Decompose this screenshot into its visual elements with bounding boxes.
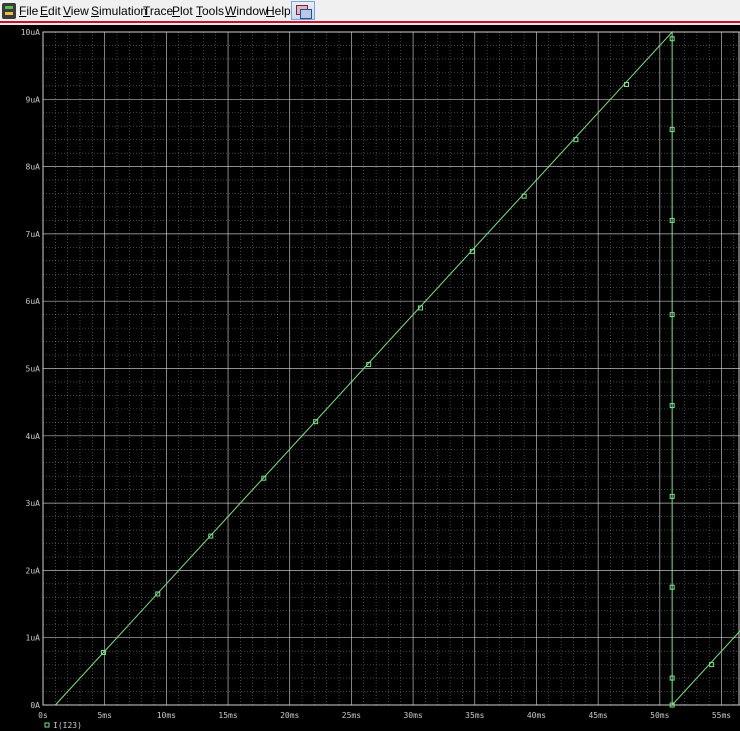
y-tick-label: 2uA xyxy=(26,566,41,575)
menu-item-accelerator: E xyxy=(40,4,49,18)
x-tick-label: 40ms xyxy=(527,711,546,720)
menu-bar: File Edit View Simulation Trace Plot Tools Wind… xyxy=(0,0,740,23)
y-tick-label: 4uA xyxy=(26,432,41,441)
menu-item-accelerator: H xyxy=(266,4,275,18)
x-tick-label: 15ms xyxy=(218,711,237,720)
plot-background xyxy=(0,25,740,731)
y-tick-label: 1uA xyxy=(26,634,41,643)
y-tick-label: 0A xyxy=(30,701,40,710)
menu-item-accelerator: W xyxy=(225,4,237,18)
x-tick-label: 10ms xyxy=(157,711,176,720)
menu-item-window[interactable]: Window xyxy=(225,3,268,19)
menu-item-label: indow xyxy=(236,4,268,18)
y-tick-label: 5uA xyxy=(26,365,41,374)
y-tick-label: 9uA xyxy=(26,95,41,104)
y-tick-label: 8uA xyxy=(26,163,41,172)
menu-item-view[interactable]: View xyxy=(63,3,89,19)
x-tick-label: 30ms xyxy=(403,711,422,720)
menu-item-label: race xyxy=(149,4,174,18)
menu-item-label: elp xyxy=(274,4,291,18)
x-tick-label: 45ms xyxy=(588,711,607,720)
menu-item-label: ile xyxy=(26,4,39,18)
menu-item-label: iew xyxy=(70,4,89,18)
menu-item-help[interactable]: Help xyxy=(266,3,291,19)
y-tick-label: 6uA xyxy=(26,297,41,306)
menu-item-accelerator: P xyxy=(172,4,181,18)
y-tick-label: 3uA xyxy=(26,499,41,508)
menu-item-accelerator: S xyxy=(91,4,100,18)
x-tick-label: 0s xyxy=(38,711,48,720)
x-tick-label: 50ms xyxy=(650,711,669,720)
x-tick-label: 5ms xyxy=(97,711,112,720)
menu-item-label: lot xyxy=(180,4,193,18)
menu-item-label: imulation xyxy=(99,4,148,18)
menu-item-file[interactable]: File xyxy=(19,3,38,19)
x-tick-label: 20ms xyxy=(280,711,299,720)
y-tick-label: 10uA xyxy=(21,28,40,37)
menu-item-label: dit xyxy=(48,4,61,18)
x-tick-label: 25ms xyxy=(342,711,361,720)
menu-item-accelerator: T xyxy=(143,4,150,18)
menu-item-label: ools xyxy=(202,4,225,18)
menu-item-tools[interactable]: Tools xyxy=(196,3,224,19)
menu-item-trace[interactable]: Trace xyxy=(143,3,173,19)
legend-label[interactable]: I(I23) xyxy=(53,721,82,730)
plot-area[interactable]: 0A 1uA 2uA 3uA 4uA 5uA 6uA 7uA 8uA 9uA 10uA 0s 5ms 1… xyxy=(0,25,740,731)
menu-item-plot[interactable]: Plot xyxy=(172,3,193,19)
y-tick-label: 7uA xyxy=(26,230,41,239)
cascade-windows-icon[interactable] xyxy=(291,1,315,20)
menu-item-simulation[interactable]: Simulation xyxy=(91,3,147,19)
menu-item-edit[interactable]: Edit xyxy=(40,3,61,19)
x-tick-label: 55ms xyxy=(712,711,731,720)
menu-item-accelerator: V xyxy=(63,4,71,18)
app-icon[interactable] xyxy=(2,3,16,19)
x-tick-label: 35ms xyxy=(465,711,484,720)
